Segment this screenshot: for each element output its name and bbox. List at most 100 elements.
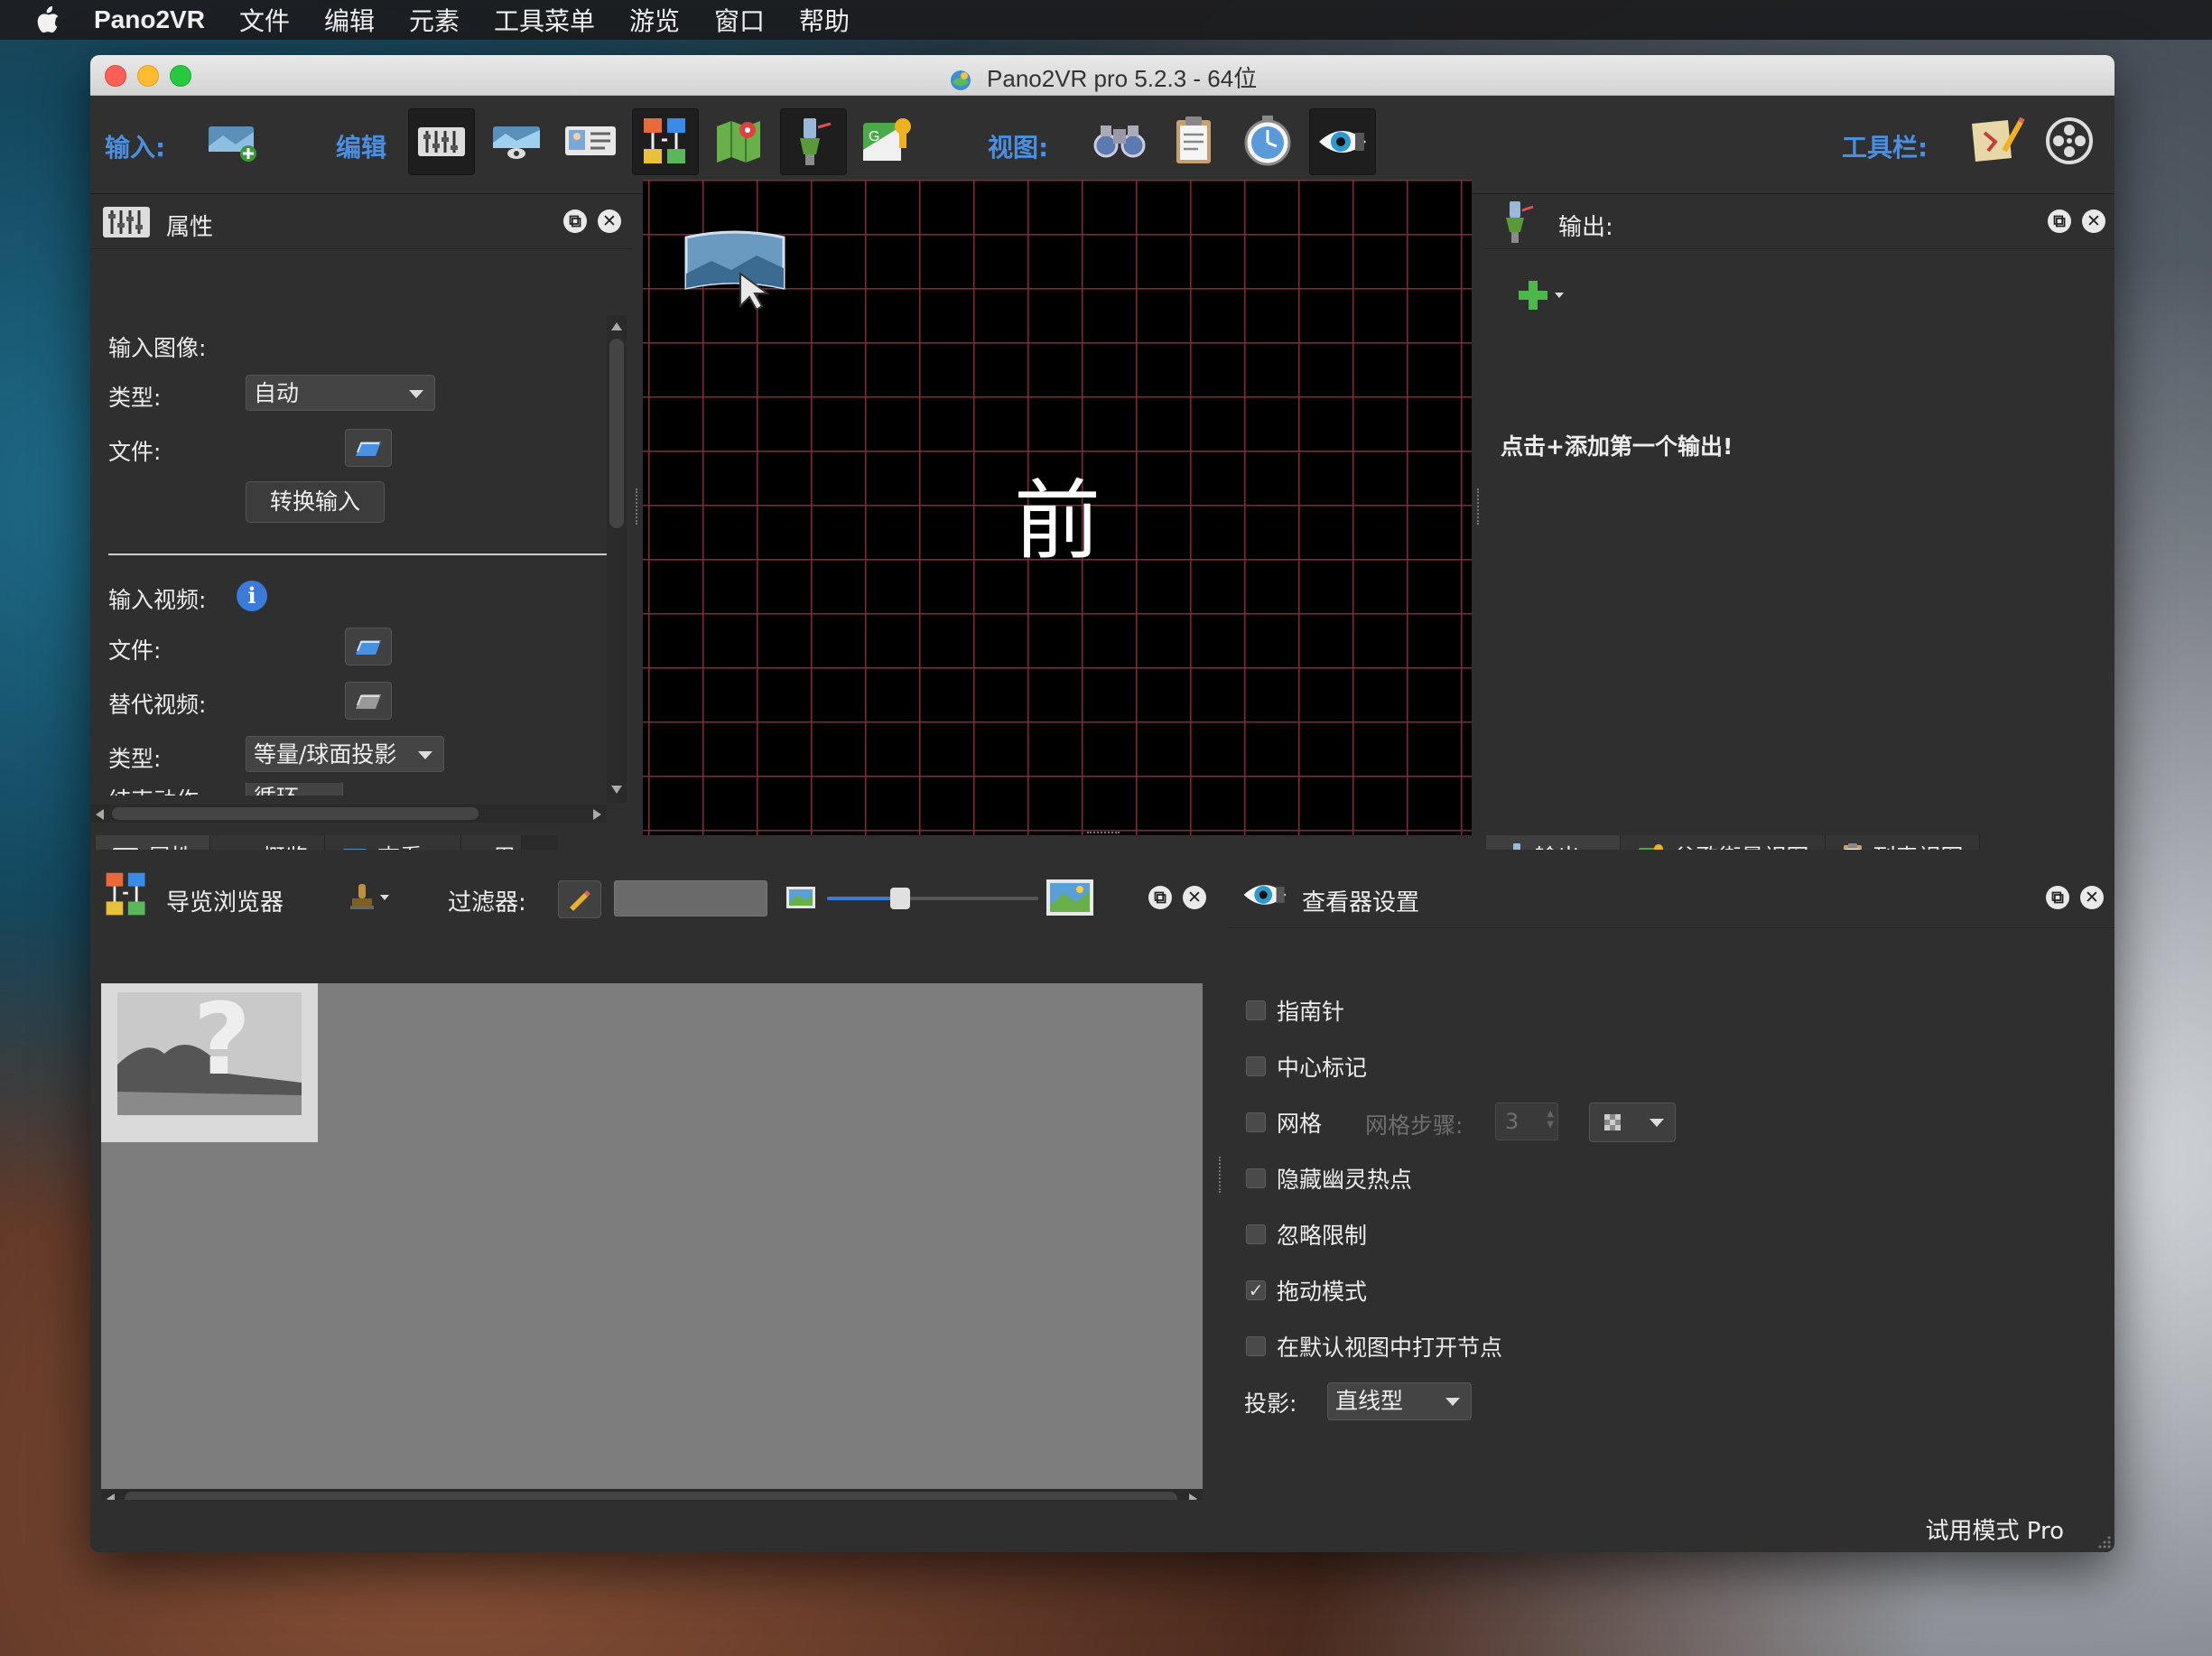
stamp-filter-button[interactable]	[349, 882, 390, 913]
menu-elements[interactable]: 元素	[409, 2, 460, 38]
compass-checkbox-row[interactable]: 指南针	[1246, 994, 1344, 1027]
open-default-checkbox-row[interactable]: 在默认视图中打开节点	[1246, 1330, 1502, 1363]
input-file-button[interactable]	[345, 429, 392, 467]
menu-window[interactable]: 窗口	[714, 2, 765, 38]
grid-checkbox[interactable]	[1246, 1112, 1266, 1132]
grid-color-select[interactable]	[1589, 1102, 1676, 1142]
grid-step-stepper[interactable]: 3 ▲ ▼	[1495, 1102, 1558, 1140]
window-title: Pano2VR pro 5.2.3 - 64位	[987, 65, 1258, 92]
scroll-left-arrow[interactable]	[96, 809, 104, 820]
video-file-button[interactable]	[345, 628, 392, 665]
google-streetview-icon[interactable]: G	[854, 108, 919, 173]
ignore-limits-checkbox-row[interactable]: 忽略限制	[1246, 1218, 1367, 1251]
overview-binoculars-icon[interactable]	[1087, 108, 1152, 173]
float-panel-icon[interactable]: ⧉	[563, 209, 587, 233]
app-window: Pano2VR pro 5.2.3 - 64位 输入: 编辑 G 视图: 工具栏…	[90, 55, 2114, 1552]
float-panel-icon[interactable]: ⧉	[1148, 886, 1172, 909]
menu-tools[interactable]: 工具菜单	[494, 2, 595, 38]
horizontal-splitter[interactable]	[1087, 832, 1120, 837]
compass-checkbox[interactable]	[1246, 1000, 1266, 1020]
drag-pano-icon	[684, 230, 785, 310]
right-splitter[interactable]	[1477, 488, 1482, 525]
tour-browser-content[interactable]: ?	[101, 982, 1203, 1489]
bottom-splitter[interactable]	[1219, 1157, 1224, 1193]
properties-sliders-icon[interactable]	[408, 108, 475, 175]
title-bar: Pano2VR pro 5.2.3 - 64位	[90, 55, 2114, 96]
tour-browser-header: 导览浏览器 过滤器: ⧉ ✕	[90, 850, 1210, 927]
end-action-select[interactable]: 循环	[246, 783, 343, 795]
tour-browser-icon	[106, 872, 145, 916]
close-panel-icon[interactable]: ✕	[598, 209, 621, 233]
tour-browser-icon[interactable]	[632, 108, 699, 175]
center-mark-checkbox[interactable]	[1246, 1056, 1266, 1076]
hide-ghost-checkbox[interactable]	[1246, 1168, 1266, 1188]
center-mark-checkbox-row[interactable]: 中心标记	[1246, 1050, 1367, 1083]
hide-ghost-checkbox-row[interactable]: 隐藏幽灵热点	[1246, 1162, 1412, 1195]
panorama-viewer[interactable]: 前	[643, 180, 1472, 835]
close-panel-icon[interactable]: ✕	[2082, 209, 2105, 233]
properties-scrollbar-v[interactable]	[607, 315, 627, 803]
float-panel-icon[interactable]: ⧉	[2048, 209, 2071, 233]
filter-tag-button[interactable]	[558, 880, 601, 918]
info-icon[interactable]: i	[237, 581, 267, 611]
scroll-up-arrow[interactable]	[611, 322, 622, 330]
float-panel-icon[interactable]: ⧉	[2046, 886, 2069, 909]
left-splitter[interactable]	[636, 488, 641, 525]
drag-mode-checkbox-row[interactable]: ✓ 拖动模式	[1246, 1274, 1367, 1307]
projection-label: 投影:	[1244, 1391, 1297, 1417]
video-type-select[interactable]: 等量/球面投影	[246, 736, 444, 772]
chevron-down-icon	[380, 895, 389, 900]
close-panel-icon[interactable]: ✕	[2080, 886, 2104, 909]
alt-video-file-button[interactable]	[345, 682, 392, 720]
map-icon[interactable]	[706, 108, 771, 173]
viewer-eye-icon[interactable]	[1309, 108, 1376, 175]
convert-input-button[interactable]: 转换输入	[246, 481, 385, 523]
folder-icon	[356, 442, 381, 456]
scroll-down-arrow[interactable]	[611, 786, 622, 794]
stepper-arrows-icon[interactable]: ▲ ▼	[1547, 1109, 1554, 1130]
slider-handle[interactable]	[890, 888, 910, 909]
add-input-icon[interactable]	[200, 108, 265, 173]
apple-icon[interactable]	[34, 5, 61, 34]
menu-bar: Pano2VR 文件 编辑 元素 工具菜单 游览 窗口 帮助	[0, 0, 2212, 40]
output-panel: 输出: ⧉ ✕ 点击+添加第一个输出!	[1484, 194, 2114, 835]
scroll-right-arrow[interactable]	[593, 809, 601, 820]
user-data-icon[interactable]	[558, 108, 623, 173]
projection-select[interactable]: 直线型	[1327, 1382, 1472, 1420]
resize-grip-icon[interactable]	[2095, 1532, 2113, 1550]
drag-mode-checkbox[interactable]: ✓	[1246, 1280, 1266, 1300]
scroll-thumb-h[interactable]	[112, 807, 479, 820]
properties-panel-header: 属性 ⧉ ✕	[90, 194, 632, 249]
grid-step-label: 网格步骤:	[1365, 1112, 1464, 1139]
viewer-settings-header: 查看器设置 ⧉ ✕	[1228, 850, 2114, 928]
plus-icon	[1519, 281, 1547, 310]
menu-help[interactable]: 帮助	[799, 2, 850, 38]
stamp-icon	[350, 884, 374, 909]
thumbnail-size-slider[interactable]	[827, 888, 1038, 909]
film-reel-icon[interactable]	[2037, 108, 2102, 173]
tour-node-thumbnail[interactable]: ?	[101, 982, 318, 1142]
open-default-checkbox[interactable]	[1246, 1336, 1266, 1356]
add-output-button[interactable]	[1517, 279, 1566, 312]
list-clipboard-icon[interactable]	[1161, 108, 1226, 173]
input-type-select[interactable]: 自动	[246, 375, 435, 411]
chevron-down-icon	[1650, 1119, 1664, 1127]
viewer-eye-icon	[1243, 885, 1287, 905]
timer-icon[interactable]	[1235, 108, 1300, 173]
menu-app-name[interactable]: Pano2VR	[94, 5, 205, 34]
input-video-label: 输入视频:	[108, 587, 207, 613]
menu-tour[interactable]: 游览	[629, 2, 680, 38]
view-panorama-icon[interactable]	[484, 108, 549, 173]
ignore-limits-checkbox[interactable]	[1246, 1224, 1266, 1244]
grid-checkbox-row[interactable]: 网格	[1246, 1106, 1322, 1139]
pencil-icon	[569, 890, 590, 911]
hotspot-editor-icon[interactable]	[1965, 108, 2030, 173]
svg-text:?: ?	[193, 983, 251, 1097]
filter-input[interactable]	[614, 880, 767, 916]
menu-file[interactable]: 文件	[239, 2, 290, 38]
output-icon[interactable]	[780, 108, 847, 175]
scroll-thumb[interactable]	[609, 339, 624, 528]
properties-scrollbar-h[interactable]	[90, 805, 607, 823]
close-panel-icon[interactable]: ✕	[1183, 886, 1206, 909]
menu-edit[interactable]: 编辑	[324, 2, 375, 38]
